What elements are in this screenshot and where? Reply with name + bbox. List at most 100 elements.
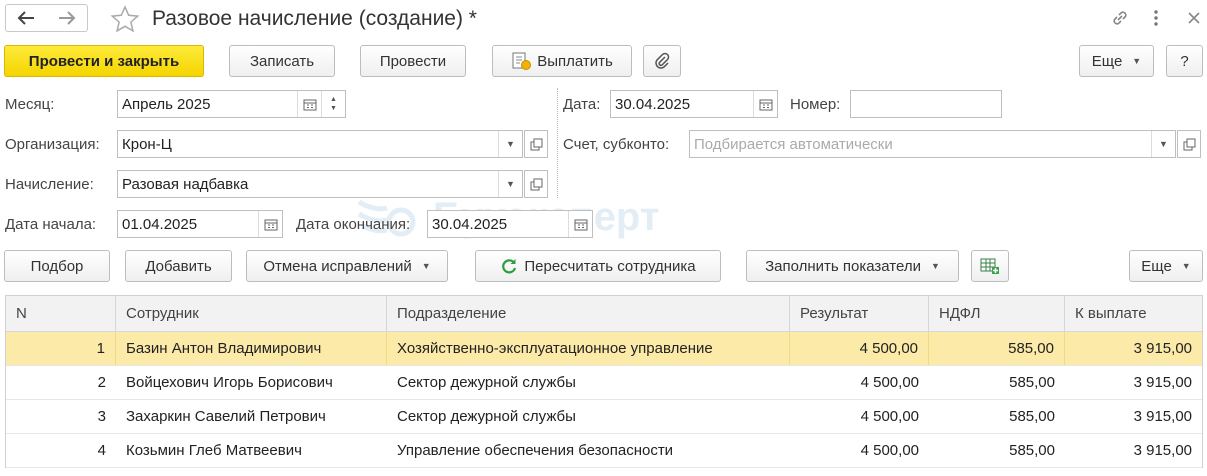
cell-n: 2 [97, 374, 106, 391]
select-label: Подбор [30, 257, 84, 275]
table-row[interactable]: 4 Козьмин Глеб Матвеевич Управление обес… [6, 434, 1202, 468]
start-date-value: 01.04.2025 [122, 215, 198, 233]
back-button[interactable] [5, 4, 47, 32]
stepper-down-icon[interactable]: ▼ [330, 105, 337, 112]
accrual-field[interactable]: Разовая надбавка ▼ [117, 170, 523, 198]
header-employee[interactable]: Сотрудник [116, 296, 387, 331]
add-label: Добавить [145, 257, 212, 275]
number-field[interactable] [850, 90, 1002, 118]
cell-result: 4 500,00 [860, 374, 919, 391]
start-date-field[interactable]: 01.04.2025 [117, 210, 283, 238]
calendar-icon[interactable] [297, 91, 321, 117]
table-more-button[interactable]: Еще ▼ [1129, 250, 1203, 282]
open-form-icon [530, 138, 542, 150]
end-date-field[interactable]: 30.04.2025 [427, 210, 593, 238]
dropdown-caret-icon[interactable]: ▼ [498, 131, 522, 157]
cell-n: 1 [6, 332, 116, 365]
number-label: Номер: [790, 96, 841, 113]
cell-result: 4 500,00 [790, 332, 929, 365]
end-date-label: Дата окончания: [296, 216, 411, 233]
more-vertical-icon[interactable] [1150, 8, 1162, 28]
refresh-icon [502, 259, 517, 274]
arrow-right-icon [58, 11, 75, 25]
add-button[interactable]: Добавить [125, 250, 232, 282]
header-result[interactable]: Результат [790, 296, 929, 331]
organization-value: Крон-Ц [122, 135, 172, 153]
open-organization-button[interactable] [524, 130, 548, 158]
cell-ndfl: 585,00 [1009, 442, 1055, 459]
cell-ndfl: 585,00 [929, 332, 1065, 365]
header-n[interactable]: N [6, 296, 116, 331]
cell-ndfl: 585,00 [1009, 374, 1055, 391]
calendar-icon[interactable] [568, 211, 592, 237]
link-icon[interactable] [1110, 8, 1130, 28]
open-account-button[interactable] [1177, 130, 1201, 158]
recalculate-label: Пересчитать сотрудника [524, 257, 696, 275]
table-add-icon [980, 258, 999, 274]
organization-field[interactable]: Крон-Ц ▼ [117, 130, 523, 158]
header-department[interactable]: Подразделение [387, 296, 790, 331]
accruals-table[interactable]: N Сотрудник Подразделение Результат НДФЛ… [5, 295, 1203, 468]
month-stepper[interactable]: ▲ ▼ [321, 91, 345, 117]
stepper-up-icon[interactable]: ▲ [330, 96, 337, 103]
header-to-pay[interactable]: К выплате [1065, 296, 1202, 331]
post-label: Провести [379, 52, 447, 70]
arrow-left-icon [17, 11, 34, 25]
close-icon[interactable] [1186, 10, 1202, 26]
more-menu-button[interactable]: Еще ▼ [1079, 45, 1154, 77]
dropdown-caret-icon[interactable]: ▼ [498, 171, 522, 197]
calendar-icon[interactable] [753, 91, 777, 117]
column-divider [557, 88, 558, 198]
cell-department: Хозяйственно-эксплуатационное управление [387, 332, 790, 365]
attach-button[interactable] [643, 45, 681, 77]
paperclip-icon [655, 52, 670, 69]
table-more-label: Еще [1141, 257, 1172, 275]
table-row[interactable]: 3 Захаркин Савелий Петрович Сектор дежур… [6, 400, 1202, 434]
month-field[interactable]: Апрель 2025 ▲ ▼ [117, 90, 346, 118]
save-button[interactable]: Записать [229, 45, 335, 77]
table-row[interactable]: 1 Базин Антон Владимирович Хозяйственно-… [6, 332, 1202, 366]
table-row[interactable]: 2 Войцехович Игорь Борисович Сектор дежу… [6, 366, 1202, 400]
accrual-value: Разовая надбавка [122, 175, 249, 193]
post-button[interactable]: Провести [360, 45, 466, 77]
payment-document-icon [512, 52, 532, 70]
start-date-label: Дата начала: [5, 216, 97, 233]
cell-to-pay: 3 915,00 [1133, 442, 1192, 459]
month-label: Месяц: [5, 96, 55, 113]
dropdown-caret-icon: ▼ [1181, 261, 1191, 271]
recalculate-employee-button[interactable]: Пересчитать сотрудника [475, 250, 721, 282]
post-and-close-button[interactable]: Провести и закрыть [4, 45, 204, 77]
cell-n: 3 [97, 408, 106, 425]
header-ndfl[interactable]: НДФЛ [929, 296, 1065, 331]
calendar-icon[interactable] [258, 211, 282, 237]
date-field[interactable]: 30.04.2025 [610, 90, 778, 118]
account-field[interactable]: Подбирается автоматически ▼ [689, 130, 1176, 158]
cell-ndfl: 585,00 [1009, 408, 1055, 425]
cell-employee: Войцехович Игорь Борисович [126, 374, 333, 391]
cell-to-pay: 3 915,00 [1133, 408, 1192, 425]
table-settings-button[interactable] [971, 250, 1009, 282]
favorite-star-icon[interactable] [110, 5, 140, 33]
pay-button[interactable]: Выплатить [492, 45, 632, 77]
dropdown-caret-icon[interactable]: ▼ [1151, 131, 1175, 157]
date-label: Дата: [563, 96, 601, 113]
cell-result: 4 500,00 [860, 408, 919, 425]
cell-department: Управление обеспечения безопасности [397, 442, 674, 459]
more-label: Еще [1091, 52, 1123, 70]
month-value: Апрель 2025 [122, 95, 211, 113]
fill-indicators-label: Заполнить показатели [765, 257, 921, 275]
select-button[interactable]: Подбор [4, 250, 110, 282]
help-label: ? [1180, 52, 1189, 70]
dropdown-caret-icon: ▼ [930, 261, 940, 271]
open-accrual-button[interactable] [524, 170, 548, 198]
fill-indicators-button[interactable]: Заполнить показатели ▼ [746, 250, 959, 282]
cell-to-pay: 3 915,00 [1133, 340, 1192, 357]
help-button[interactable]: ? [1166, 45, 1203, 77]
account-placeholder: Подбирается автоматически [694, 135, 893, 153]
cell-to-pay: 3 915,00 [1133, 374, 1192, 391]
forward-button[interactable] [46, 4, 88, 32]
cancel-fixes-button[interactable]: Отмена исправлений ▼ [246, 250, 448, 282]
pay-label: Выплатить [537, 52, 613, 70]
cell-employee: Базин Антон Владимирович [116, 332, 387, 365]
dropdown-caret-icon: ▼ [421, 261, 431, 271]
